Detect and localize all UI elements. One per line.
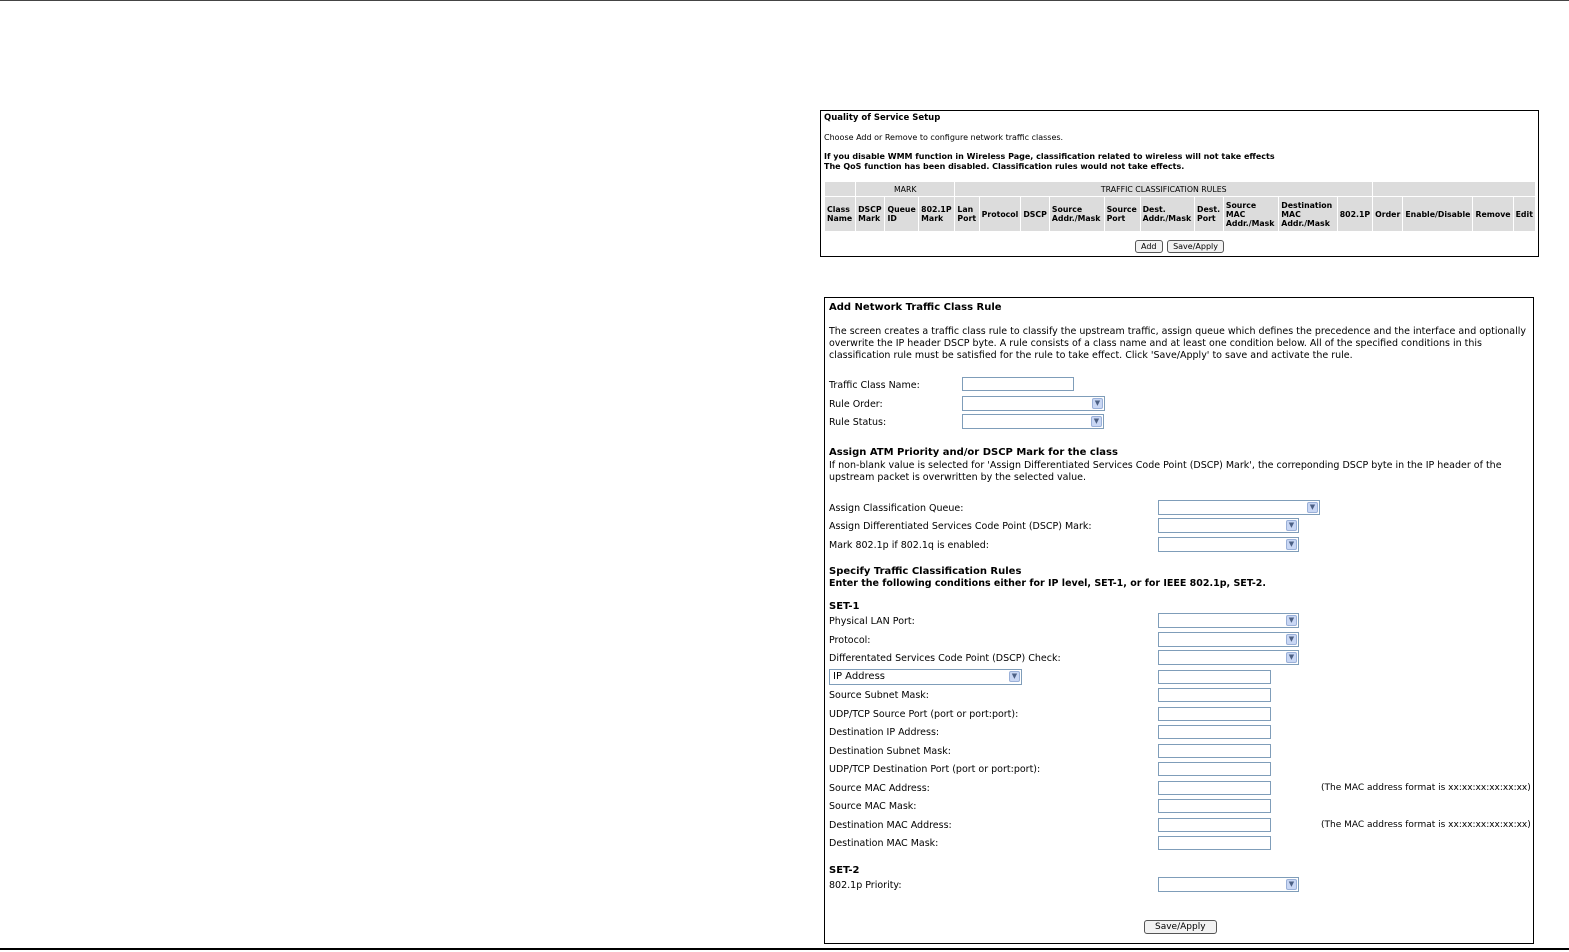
col-queue-id: Queue ID: [884, 196, 920, 232]
wmm-warning: If you disable WMM function in Wireless …: [824, 152, 1275, 161]
priority-label: 802.1p Priority:: [829, 880, 902, 891]
destination-subnet-mask-input[interactable]: [1158, 744, 1271, 758]
source-ip-input[interactable]: [1158, 670, 1271, 684]
col-dest-addr: Dest. Addr./Mask: [1139, 196, 1196, 232]
chevron-down-icon: ▼: [1307, 502, 1318, 513]
group-header-empty-right: [1372, 181, 1536, 197]
src-port-label: UDP/TCP Source Port (port or port:port):: [829, 709, 1019, 720]
lan-port-label: Physical LAN Port:: [829, 616, 915, 627]
col-lan-port: Lan Port: [954, 196, 980, 232]
assign-description: If non-blank value is selected for 'Assi…: [829, 460, 1502, 483]
group-header-mark: MARK: [855, 181, 956, 197]
chevron-down-icon: ▼: [1286, 520, 1297, 531]
source-mac-mask-input[interactable]: [1158, 799, 1271, 813]
src-mac-label: Source MAC Address:: [829, 783, 930, 794]
top-rule-line: [0, 0, 1569, 1]
assign-dscp-select[interactable]: ▼: [1158, 518, 1299, 533]
col-dscp-mark: DSCP Mark: [855, 196, 886, 232]
dst-mac-format-note: (The MAC address format is xx:xx:xx:xx:x…: [1321, 820, 1531, 830]
rule-description: The screen creates a traffic class rule …: [829, 326, 1527, 361]
mark-8021p-select[interactable]: ▼: [1158, 537, 1299, 552]
col-dscp: DSCP: [1020, 196, 1050, 232]
chevron-down-icon: ▼: [1009, 671, 1020, 682]
qos-warning: If you disable WMM function in Wireless …: [824, 152, 1275, 172]
traffic-class-table: MARK TRAFFIC CLASSIFICATION RULES Class …: [823, 181, 1537, 232]
traffic-class-name-label: Traffic Class Name:: [829, 380, 920, 391]
rule-button-row: Save/Apply: [1143, 920, 1218, 934]
group-header-classification: TRAFFIC CLASSIFICATION RULES: [954, 181, 1374, 197]
dscp-check-label: Differentated Services Code Point (DSCP)…: [829, 653, 1061, 664]
col-source-addr: Source Addr./Mask: [1048, 196, 1105, 232]
assign-dscp-label: Assign Differentiated Services Code Poin…: [829, 521, 1092, 532]
rule-title: Add Network Traffic Class Rule: [829, 302, 1002, 313]
col-protocol: Protocol: [978, 196, 1022, 232]
source-subnet-mask-input[interactable]: [1158, 688, 1271, 702]
destination-mac-input[interactable]: [1158, 818, 1271, 832]
dst-mac-label: Destination MAC Address:: [829, 820, 952, 831]
traffic-class-name-input[interactable]: [962, 377, 1074, 391]
chevron-down-icon: ▼: [1092, 398, 1103, 409]
col-dest-port: Dest. Port: [1194, 196, 1224, 232]
rule-status-label: Rule Status:: [829, 417, 887, 428]
chevron-down-icon: ▼: [1286, 539, 1297, 550]
set1-heading: SET-1: [829, 601, 860, 612]
source-mac-input[interactable]: [1158, 781, 1271, 795]
qos-disabled-warning: The QoS function has been disabled. Clas…: [824, 162, 1185, 171]
rule-order-label: Rule Order:: [829, 399, 883, 410]
source-port-input[interactable]: [1158, 707, 1271, 721]
col-8021p: 802.1P: [1336, 196, 1374, 232]
src-mask-label: Source Subnet Mask:: [829, 690, 930, 701]
protocol-label: Protocol:: [829, 635, 871, 646]
src-mac-format-note: (The MAC address format is xx:xx:xx:xx:x…: [1321, 783, 1531, 793]
src-mac-mask-label: Source MAC Mask:: [829, 801, 917, 812]
ip-type-select[interactable]: IP Address ▼: [829, 669, 1022, 685]
set2-heading: SET-2: [829, 865, 860, 876]
add-rule-panel: Add Network Traffic Class Rule The scree…: [824, 297, 1534, 944]
rule-status-select[interactable]: ▼: [962, 414, 1104, 429]
chevron-down-icon: ▼: [1286, 634, 1297, 645]
dscp-check-select[interactable]: ▼: [1158, 650, 1299, 665]
destination-ip-input[interactable]: [1158, 725, 1271, 739]
col-order: Order: [1372, 196, 1404, 232]
col-dest-mac: Destination MAC Addr./Mask: [1278, 196, 1338, 232]
col-edit: Edit: [1512, 196, 1537, 232]
chevron-down-icon: ▼: [1286, 615, 1297, 626]
qos-button-row: Add Save/Apply: [821, 240, 1538, 253]
dst-port-label: UDP/TCP Destination Port (port or port:p…: [829, 764, 1041, 775]
destination-port-input[interactable]: [1158, 762, 1271, 776]
col-enable-disable: Enable/Disable: [1402, 196, 1474, 232]
rule-order-select[interactable]: ▼: [962, 396, 1105, 411]
qos-save-apply-button[interactable]: Save/Apply: [1167, 240, 1224, 253]
col-source-port: Source Port: [1103, 196, 1141, 232]
qos-setup-panel: Quality of Service Setup Choose Add or R…: [820, 110, 1539, 257]
ip-type-value: IP Address: [833, 671, 885, 682]
chevron-down-icon: ▼: [1091, 416, 1102, 427]
dst-ip-label: Destination IP Address:: [829, 727, 940, 738]
bottom-rule-line: [0, 948, 1569, 950]
destination-mac-mask-input[interactable]: [1158, 836, 1271, 850]
assign-queue-select[interactable]: ▼: [1158, 500, 1320, 515]
qos-description: Choose Add or Remove to configure networ…: [824, 133, 1064, 142]
assign-queue-label: Assign Classification Queue:: [829, 503, 964, 514]
group-header-empty: [823, 181, 857, 197]
assign-heading: Assign ATM Priority and/or DSCP Mark for…: [829, 447, 1118, 458]
qos-title: Quality of Service Setup: [824, 113, 941, 123]
mark-8021p-label: Mark 802.1p if 802.1q is enabled:: [829, 540, 989, 551]
col-remove: Remove: [1472, 196, 1514, 232]
add-button[interactable]: Add: [1135, 240, 1163, 253]
lan-port-select[interactable]: ▼: [1158, 613, 1299, 628]
chevron-down-icon: ▼: [1286, 652, 1297, 663]
col-class-name: Class Name: [823, 196, 857, 232]
dst-mask-label: Destination Subnet Mask:: [829, 746, 951, 757]
col-source-mac: Source MAC Addr./Mask: [1222, 196, 1280, 232]
specify-heading: Specify Traffic Classification Rules: [829, 566, 1022, 577]
chevron-down-icon: ▼: [1286, 879, 1297, 890]
priority-select[interactable]: ▼: [1158, 877, 1299, 892]
specify-description: Enter the following conditions either fo…: [829, 578, 1267, 589]
protocol-select[interactable]: ▼: [1158, 632, 1299, 647]
rule-save-apply-button[interactable]: Save/Apply: [1144, 920, 1217, 934]
col-8021p-mark: 802.1P Mark: [918, 196, 956, 232]
dst-mac-mask-label: Destination MAC Mask:: [829, 838, 939, 849]
